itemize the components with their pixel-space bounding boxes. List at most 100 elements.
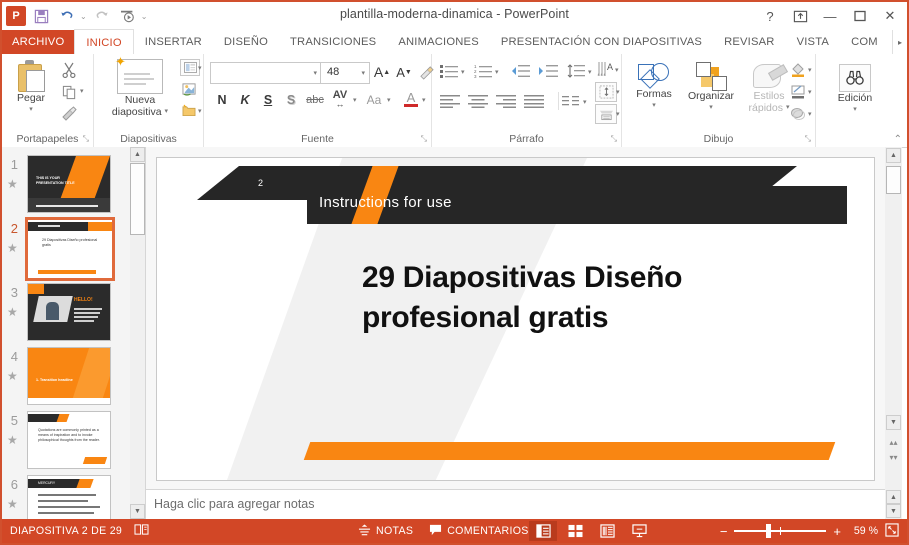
tab-inicio[interactable]: INICIO	[74, 29, 134, 55]
slide-vertical-scrollbar[interactable]: ▲ ▼ ▴▴ ▾▾	[885, 147, 902, 519]
arrange-caret-icon[interactable]: ▾	[709, 102, 713, 114]
notes-scrollbar[interactable]: ▲ ▼	[885, 489, 902, 520]
collapse-ribbon-icon[interactable]: ⌃	[894, 134, 902, 145]
fit-slide-to-window-button[interactable]	[885, 522, 899, 540]
current-slide[interactable]: 2 Instructions for use 29 Diapositivas D…	[156, 157, 875, 481]
bold-button[interactable]: N	[212, 90, 232, 110]
bullets-icon[interactable]	[438, 62, 460, 80]
character-spacing-button[interactable]: AV ↔	[328, 88, 352, 110]
tab-presentacion-con-diapositivas[interactable]: PRESENTACIÓN CON DIAPOSITIVAS	[490, 30, 713, 54]
smartart-caret-icon[interactable]: ▾	[616, 110, 620, 118]
font-name-caret-icon[interactable]: ▾	[313, 69, 317, 77]
slide-header-title[interactable]: Instructions for use	[319, 194, 452, 211]
layout-caret-icon[interactable]: ▾	[198, 64, 202, 72]
notes-scroll-down-button[interactable]: ▼	[886, 504, 901, 518]
underline-button[interactable]: S	[258, 90, 278, 110]
text-direction-caret-icon[interactable]: ▾	[615, 66, 619, 74]
tab-vista[interactable]: VISTA	[786, 30, 841, 54]
tab-overflow-icon[interactable]: ▸	[892, 30, 907, 54]
slide-editing-area[interactable]: 2 Instructions for use 29 Diapositivas D…	[146, 147, 885, 489]
ribbon-display-options-icon[interactable]	[785, 4, 815, 28]
tab-animaciones[interactable]: ANIMACIONES	[387, 30, 490, 54]
reset-slide-icon[interactable]	[180, 80, 198, 97]
arrange-button[interactable]: Organizar ▾	[680, 62, 742, 114]
font-name-input[interactable]: ▾	[210, 62, 322, 84]
increase-indent-icon[interactable]	[536, 62, 560, 80]
zoom-percentage[interactable]: 59 %	[848, 525, 878, 537]
line-spacing-caret-icon[interactable]: ▾	[588, 68, 592, 76]
view-slideshow-button[interactable]	[625, 521, 653, 541]
section-icon[interactable]	[180, 102, 198, 119]
align-left-icon[interactable]	[438, 92, 462, 110]
view-slide-sorter-button[interactable]	[561, 521, 589, 541]
zoom-slider[interactable]	[734, 524, 827, 538]
slide-body-text[interactable]: 29 Diapositivas Diseño profesional grati…	[362, 258, 832, 338]
thumbnail-slide-3[interactable]: 3 ★ HELLO!	[2, 283, 130, 347]
zoom-in-button[interactable]: +	[833, 524, 841, 539]
format-painter-icon[interactable]	[58, 104, 80, 124]
view-reading-button[interactable]	[593, 521, 621, 541]
font-color-caret-icon[interactable]: ▾	[422, 96, 426, 104]
numbering-icon[interactable]: 123	[472, 62, 494, 80]
paste-button[interactable]: Pegar ▾	[8, 60, 54, 116]
thumbnail-image[interactable]: 1. Transition headline	[27, 347, 111, 405]
tab-diseno[interactable]: DISEÑO	[213, 30, 279, 54]
shapes-caret-icon[interactable]: ▾	[652, 100, 656, 112]
thumbnail-scroll-down-button[interactable]: ▼	[130, 504, 145, 519]
copy-caret-icon[interactable]: ▾	[80, 87, 84, 95]
close-button[interactable]: ✕	[875, 4, 905, 28]
thumbnail-image[interactable]: MERCURY	[27, 475, 111, 519]
align-center-icon[interactable]	[466, 92, 490, 110]
increase-font-size-icon[interactable]: A ▲	[372, 62, 392, 82]
fuente-dialog-launcher[interactable]: ⤡	[421, 134, 427, 144]
slide-counter[interactable]: DIAPOSITIVA 2 DE 29	[10, 525, 122, 537]
notes-scroll-up-button[interactable]: ▲	[886, 490, 901, 504]
cut-icon[interactable]	[58, 60, 80, 80]
minimize-button[interactable]: —	[815, 4, 845, 28]
shape-outline-caret-icon[interactable]: ▾	[808, 88, 812, 96]
previous-slide-button[interactable]: ▴▴	[887, 435, 900, 449]
slide-thumbnail-pane[interactable]: 1 ★ THIS IS YOUR PRESENTATION TITLE 2 ★ …	[2, 147, 131, 519]
language-icon[interactable]	[134, 523, 149, 539]
font-size-input[interactable]: 48 ▾	[320, 62, 370, 84]
dibujo-dialog-launcher[interactable]: ⤡	[805, 134, 811, 144]
view-normal-button[interactable]	[529, 521, 557, 541]
thumbnail-slide-4[interactable]: 4 ★ 1. Transition headline	[2, 347, 130, 411]
shape-fill-caret-icon[interactable]: ▾	[808, 66, 812, 74]
new-slide-caret-icon[interactable]: ▾	[165, 106, 169, 118]
tab-insertar[interactable]: INSERTAR	[134, 30, 213, 54]
scroll-up-button[interactable]: ▲	[886, 148, 901, 163]
decrease-font-size-icon[interactable]: A ▼	[394, 62, 414, 82]
align-text-caret-icon[interactable]: ▾	[616, 88, 620, 96]
shape-effects-icon[interactable]	[788, 104, 808, 122]
scroll-down-button[interactable]: ▼	[886, 415, 901, 430]
notes-placeholder[interactable]: Haga clic para agregar notas	[154, 497, 315, 511]
tab-transiciones[interactable]: TRANSICIONES	[279, 30, 387, 54]
maximize-button[interactable]	[845, 4, 875, 28]
columns-icon[interactable]	[558, 92, 583, 110]
align-text-icon[interactable]	[595, 82, 617, 102]
italic-button[interactable]: K	[235, 90, 255, 110]
character-spacing-caret-icon[interactable]: ▾	[353, 96, 357, 104]
shape-outline-icon[interactable]	[788, 82, 808, 100]
change-case-caret-icon[interactable]: ▾	[387, 96, 391, 104]
copy-icon[interactable]	[58, 82, 80, 102]
section-caret-icon[interactable]: ▾	[198, 107, 202, 115]
editing-caret-icon[interactable]: ▾	[853, 104, 857, 116]
font-color-button[interactable]: A	[402, 88, 420, 110]
smartart-icon[interactable]	[595, 104, 617, 124]
shape-effects-caret-icon[interactable]: ▾	[808, 110, 812, 118]
notes-toggle[interactable]: NOTAS	[358, 523, 413, 539]
align-right-icon[interactable]	[494, 92, 518, 110]
line-spacing-icon[interactable]	[565, 62, 587, 80]
thumbnail-slide-6[interactable]: 6 ★ MERCURY	[2, 475, 130, 519]
bullets-caret-icon[interactable]: ▾	[461, 68, 465, 76]
zoom-slider-handle[interactable]	[766, 524, 772, 538]
parrafo-dialog-launcher[interactable]: ⤡	[611, 134, 617, 144]
tab-complementos[interactable]: COM	[840, 30, 889, 54]
text-shadow-button[interactable]: S	[281, 90, 301, 110]
thumbnail-image[interactable]: HELLO!	[27, 283, 111, 341]
new-slide-button[interactable]: ✦ Nueva diapositiva ▾	[102, 55, 178, 118]
thumbnail-image[interactable]: THIS IS YOUR PRESENTATION TITLE	[27, 155, 111, 213]
notes-pane[interactable]: Haga clic para agregar notas	[146, 489, 885, 521]
